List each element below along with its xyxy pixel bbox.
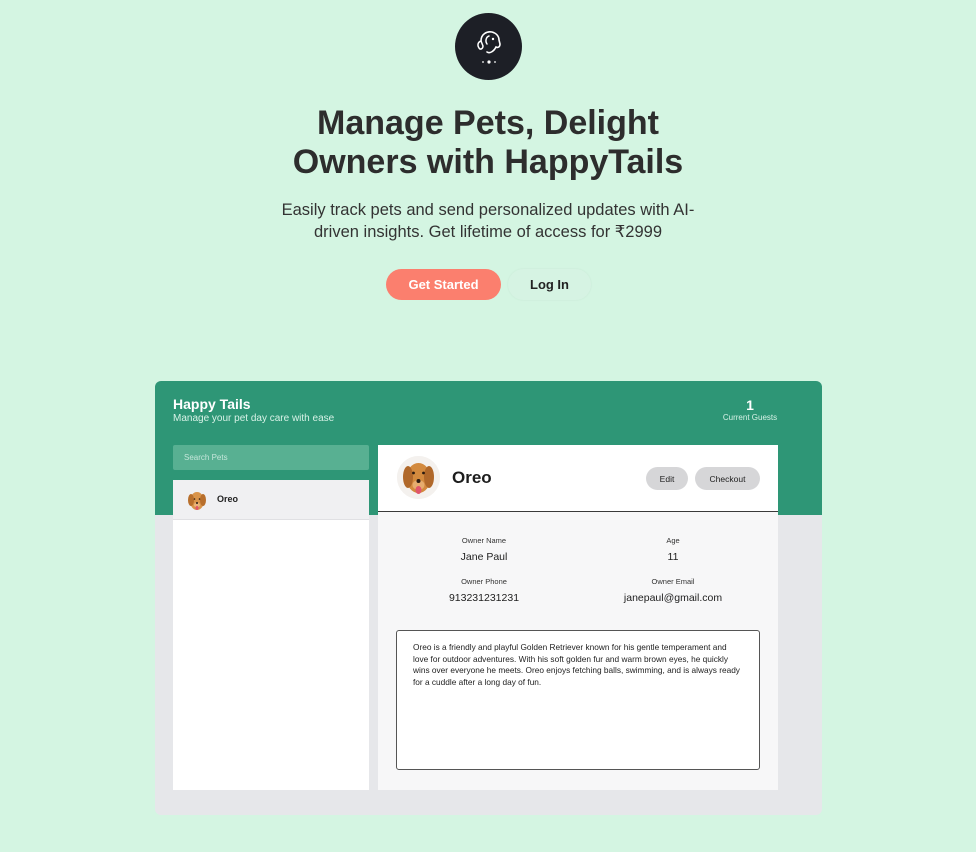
owner-phone-value: 913231231231 (448, 592, 520, 604)
hero-title-line1: Manage Pets, Delight (317, 104, 659, 142)
hero-subtitle-line2: driven insights. Get lifetime of access … (314, 223, 662, 241)
pet-detail-panel: Oreo Edit Checkout Owner Name Jane Paul … (378, 445, 778, 790)
pet-list-item-name: Oreo (217, 494, 239, 504)
pet-list: Oreo + (173, 480, 369, 790)
hero-subtitle-line1: Easily track pets and send personalized … (281, 201, 695, 219)
pet-list-item[interactable]: Oreo (173, 480, 369, 520)
pet-notes: Oreo is a friendly and playful Golden Re… (396, 630, 760, 770)
guest-count-label: Current Guests (722, 413, 778, 422)
app-title: Happy Tails (173, 396, 251, 412)
dog-face-icon (476, 30, 501, 64)
get-started-button[interactable]: Get Started (386, 269, 501, 300)
guest-count: 1 (746, 397, 754, 413)
owner-name-value: Jane Paul (460, 551, 508, 563)
logo (455, 13, 522, 80)
owner-email-field: Owner Email janepaul@gmail.com (573, 577, 773, 604)
owner-phone-label: Owner Phone (461, 577, 507, 586)
hero-subtitle: Easily track pets and send personalized … (0, 199, 976, 243)
owner-email-value: janepaul@gmail.com (623, 592, 723, 604)
pet-detail-avatar (397, 456, 440, 499)
edit-button[interactable]: Edit (646, 467, 688, 490)
search-pets-input[interactable] (173, 445, 369, 470)
app-preview: Happy Tails Manage your pet day care wit… (155, 381, 822, 815)
owner-email-label: Owner Email (651, 577, 695, 586)
hero-title: Manage Pets, Delight Owners with HappyTa… (0, 104, 976, 182)
pet-detail-header: Oreo Edit Checkout (378, 445, 778, 512)
age-field: Age 11 (573, 536, 773, 563)
hero-title-line2: Owners with HappyTails (292, 143, 684, 181)
age-label: Age (666, 536, 680, 545)
log-in-button[interactable]: Log In (508, 269, 591, 300)
owner-name-field: Owner Name Jane Paul (384, 536, 584, 563)
pet-detail-name: Oreo (452, 468, 492, 487)
age-value: 11 (667, 551, 679, 563)
pet-avatar (188, 492, 206, 510)
app-subtitle: Manage your pet day care with ease (173, 413, 335, 424)
owner-phone-field: Owner Phone 913231231231 (384, 577, 584, 604)
owner-name-label: Owner Name (461, 536, 507, 545)
checkout-button[interactable]: Checkout (695, 467, 760, 490)
